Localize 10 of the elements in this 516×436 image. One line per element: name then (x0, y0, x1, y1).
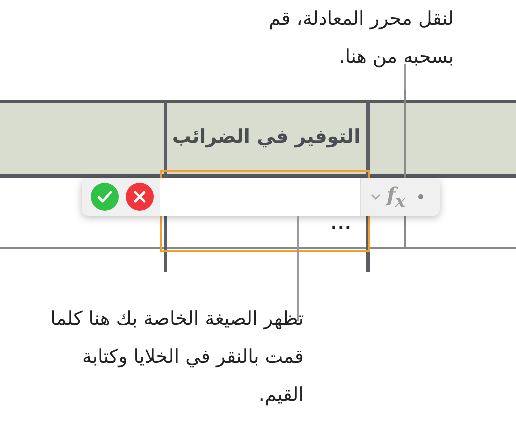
accept-icon[interactable] (91, 183, 119, 211)
column-header: التوفير في الضرائب (171, 126, 362, 148)
chevron-icon[interactable] (371, 194, 381, 200)
cancel-icon[interactable] (126, 183, 154, 211)
callout-text: تظهر الصيغة الخاصة بك هنا كلما قمت بالنقر في الخلايا وكتابة القيم. (50, 307, 304, 408)
formula-field[interactable] (160, 178, 361, 216)
function-button[interactable]: f$_{x}$ (387, 183, 406, 211)
cell-text: ... (331, 214, 352, 233)
callout-text: لنقل محرر المعادلة، قم بسحبه من هنا. (268, 7, 454, 70)
drag-handle-icon[interactable] (418, 194, 424, 200)
